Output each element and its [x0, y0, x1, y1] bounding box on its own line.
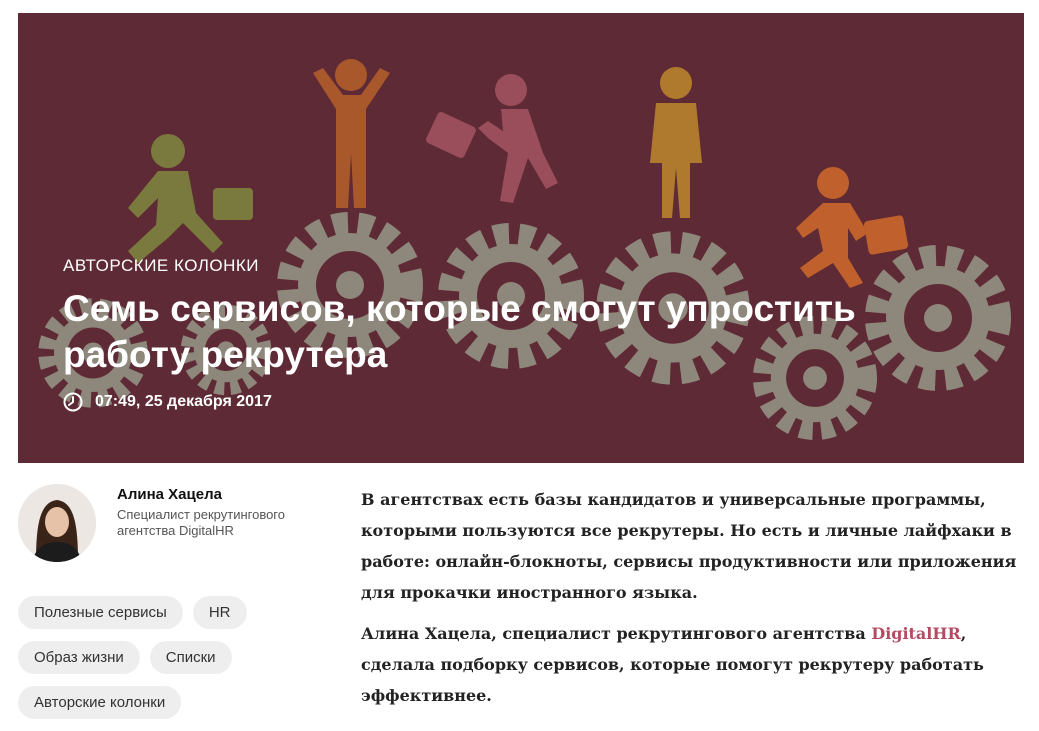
author-role: Специалист рекрутингового агентства Digi… [117, 507, 285, 538]
tag-lifestyle[interactable]: Образ жизни [18, 641, 140, 674]
tag-lists[interactable]: Списки [149, 641, 232, 674]
publish-date: 07:49, 25 декабря 2017 [95, 393, 272, 410]
author-card: Алина Хацела Специалист рекрутингового а… [18, 484, 338, 564]
author-photo [18, 484, 96, 562]
hero-text: Авторские колонки Семь сервисов, которые… [63, 256, 963, 412]
hero-banner: Авторские колонки Семь сервисов, которые… [18, 13, 1024, 463]
article-meta: 07:49, 25 декабря 2017 [63, 392, 963, 412]
author-name[interactable]: Алина Хацела [117, 486, 222, 503]
paragraph-text: Алина Хацела, специалист рекрутингового … [361, 624, 872, 643]
rubric-label[interactable]: Авторские колонки [63, 256, 963, 276]
digitalhr-link[interactable]: DigitalHR [871, 624, 960, 643]
article-title: Семь сервисов, которые смогут упростить … [63, 288, 856, 375]
article-body: В агентствах есть базы кандидатов и унив… [361, 484, 1021, 721]
clock-icon [63, 392, 83, 412]
tag-hr[interactable]: HR [192, 596, 247, 629]
tag-useful-services[interactable]: Полезные сервисы [18, 596, 183, 629]
tag-list: Полезные сервисы HR Образ жизни Списки А… [18, 596, 338, 731]
article-paragraph: Алина Хацела, специалист рекрутингового … [361, 618, 1021, 711]
tag-author-columns[interactable]: Авторские колонки [18, 686, 182, 719]
article-paragraph: В агентствах есть базы кандидатов и унив… [361, 490, 1017, 602]
avatar[interactable] [18, 484, 96, 562]
